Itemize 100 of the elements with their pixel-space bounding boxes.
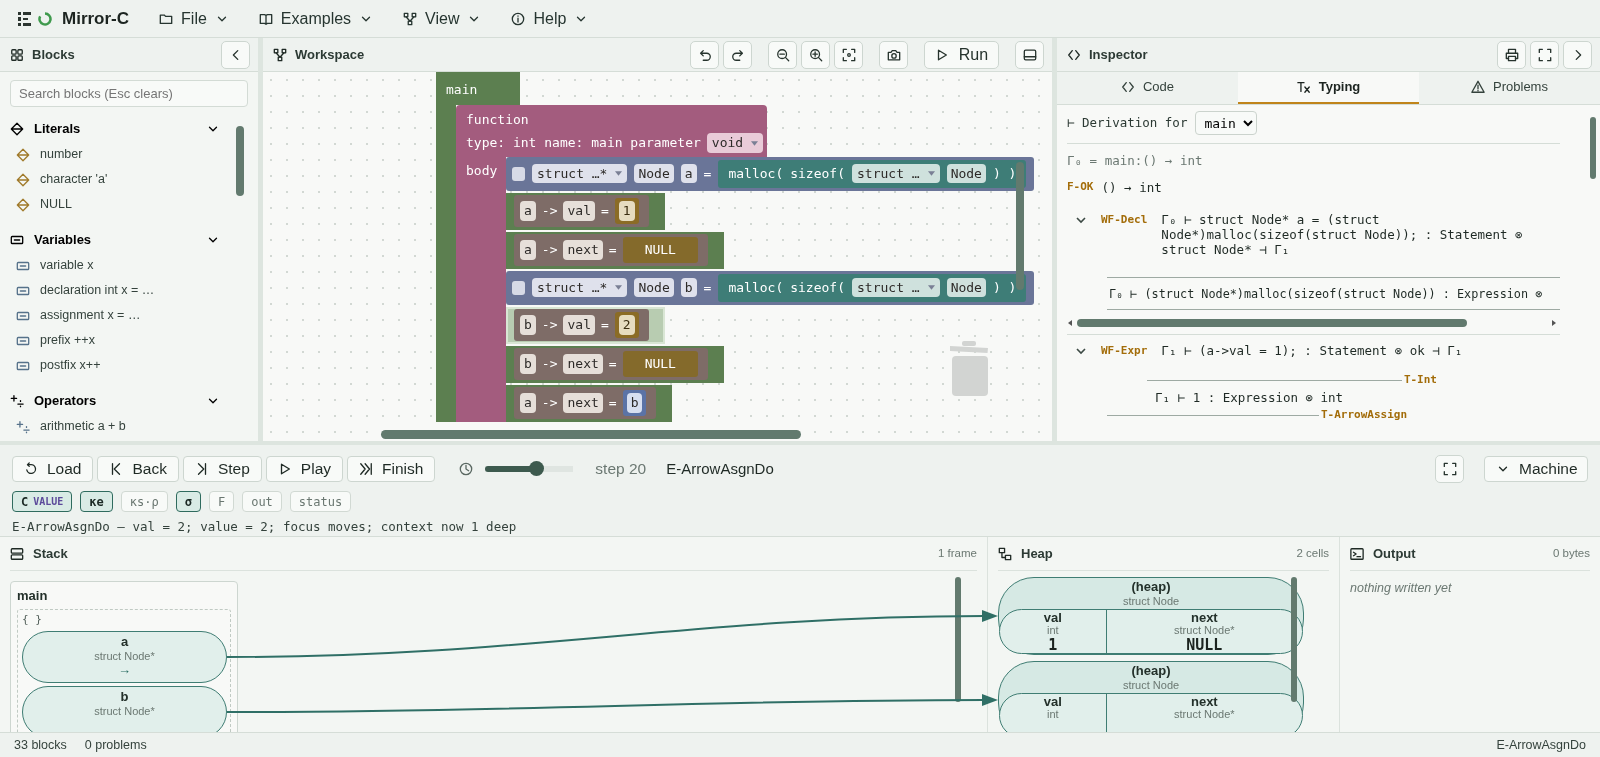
toolbar-button[interactable] [768,40,797,69]
block-field[interactable]: Node [946,277,986,298]
block-field[interactable]: Node [634,277,674,298]
scrollbar[interactable] [955,577,961,702]
null-block[interactable]: NULL [622,237,698,263]
control-button[interactable]: Play [265,456,343,482]
control-button[interactable]: Finish [347,456,436,482]
toolbar-button[interactable] [690,40,719,69]
call-block[interactable]: malloc( sizeof( struct … Node ) ) [718,273,1027,302]
tab[interactable]: Problems [1419,72,1600,104]
toggle-chip[interactable]: F [208,491,235,512]
scrollbar[interactable] [1016,162,1024,290]
block-field[interactable]: a [520,201,536,221]
block-handle[interactable] [512,166,525,181]
scrollbar[interactable] [1291,577,1297,702]
toolbar-button[interactable] [1497,40,1526,69]
tab[interactable]: Typing [1238,72,1419,104]
run-button[interactable]: Run [924,40,999,69]
block-field[interactable]: a [520,393,536,413]
toggle-chip[interactable]: σ [175,491,201,512]
function-select[interactable]: main [1195,111,1258,135]
palette-item[interactable]: assignment x = … [0,303,220,328]
scrollbar[interactable] [381,430,801,439]
block-field[interactable]: b [520,315,536,335]
palette-item[interactable]: declaration int x = … [0,278,220,303]
block-dropdown[interactable]: struct … [852,277,940,298]
declaration-block[interactable]: struct …* Node a = malloc( sizeof( struct … Node ) ) [506,156,1035,191]
toggle-chip[interactable]: κs·ρ [120,491,168,512]
block-label: = [608,355,617,374]
toolbar-button[interactable] [801,40,830,69]
block-dropdown[interactable]: struct … [852,163,940,184]
block-handle[interactable] [512,280,525,295]
palette-item[interactable]: character 'a' [0,167,220,192]
category-header[interactable]: Literals [0,115,230,142]
assignment-block[interactable]: b -> next = NULL [514,348,708,380]
toolbar-button[interactable] [1530,40,1559,69]
statement-block[interactable]: b -> val = 2 [506,306,665,344]
block-field[interactable]: next [563,393,603,413]
toolbar-button[interactable] [723,40,752,69]
fullscreen-button[interactable] [1435,455,1464,483]
menu-item[interactable]: Examples [258,6,374,31]
scrollbar[interactable] [1067,318,1557,329]
category-header[interactable]: Variables [0,226,230,253]
scrollbar[interactable] [1590,117,1596,179]
toolbar-button[interactable] [834,40,863,69]
toolbar-button[interactable] [879,40,908,69]
block-field[interactable]: val [563,315,595,335]
assignment-block[interactable]: b -> val = 2 [514,309,649,341]
toggle-chip[interactable]: C VALUE [12,491,73,512]
statement-block[interactable]: b -> next = NULL [506,345,724,383]
palette-item[interactable]: number [0,142,220,167]
block-field[interactable]: b [680,277,697,298]
assignment-block[interactable]: a -> val = 1 [514,195,649,227]
menu-item[interactable]: Help [511,6,589,31]
category-header[interactable]: Operators [0,387,230,414]
palette-item[interactable]: postfix x++ [0,353,220,378]
scrollbar[interactable] [236,126,244,196]
palette-item[interactable]: variable x [0,253,220,278]
menu-item[interactable]: File [159,6,229,31]
toolbar-button[interactable] [1015,40,1044,69]
search-field[interactable]: Search blocks (Esc clears) [10,80,248,107]
count-label: 0 bytes [1552,545,1590,561]
operator-icon [16,419,30,434]
menu-item[interactable]: View [403,6,482,31]
palette-item[interactable]: arithmetic a + b [0,414,220,439]
statement-block[interactable]: a -> val = 1 [506,192,665,230]
control-button[interactable]: Back [97,456,179,482]
block-field[interactable]: a [680,163,697,184]
block-field[interactable]: next [563,240,603,260]
toggle-chip[interactable]: out [242,491,282,512]
assignment-block[interactable]: a -> next = b [514,387,657,419]
palette-item[interactable]: NULL [0,192,220,217]
block-field[interactable]: Node [634,163,674,184]
tab[interactable]: Code [1057,72,1238,104]
slider-thumb[interactable] [529,461,545,476]
assignment-block[interactable]: a -> next = NULL [514,234,708,266]
call-block[interactable]: malloc( sizeof( struct … Node ) ) [718,159,1027,188]
declaration-block[interactable]: struct …* Node b = malloc( sizeof( struct … Node ) ) [506,270,1035,305]
statement-block[interactable]: a -> next = NULL [506,231,724,269]
toggle-chip[interactable]: κe [80,491,113,512]
block-field[interactable]: a [520,240,536,260]
block-field[interactable]: next [563,354,603,374]
block-dropdown[interactable]: struct …* [532,163,628,184]
undo-icon [697,47,712,62]
block-field[interactable]: val [563,201,595,221]
block-field[interactable]: Node [946,163,986,184]
collapse-button[interactable] [221,40,250,69]
block-dropdown[interactable]: void [706,133,764,153]
control-button[interactable]: Load [12,456,94,482]
block-field[interactable]: b [520,354,536,374]
control-button[interactable]: Step [182,456,262,482]
block-dropdown[interactable]: struct …* [532,277,628,298]
function-block[interactable]: function type: int name: main parameter void [456,104,767,157]
palette-item[interactable]: prefix ++x [0,328,220,353]
machine-button[interactable]: Machine [1484,456,1588,482]
null-block[interactable]: NULL [622,351,698,377]
statement-block[interactable]: a -> next = b [506,384,673,422]
toggle-chip[interactable]: status [289,491,352,512]
count-label: 1 frame [938,545,977,561]
block-label[interactable]: main [436,72,520,105]
